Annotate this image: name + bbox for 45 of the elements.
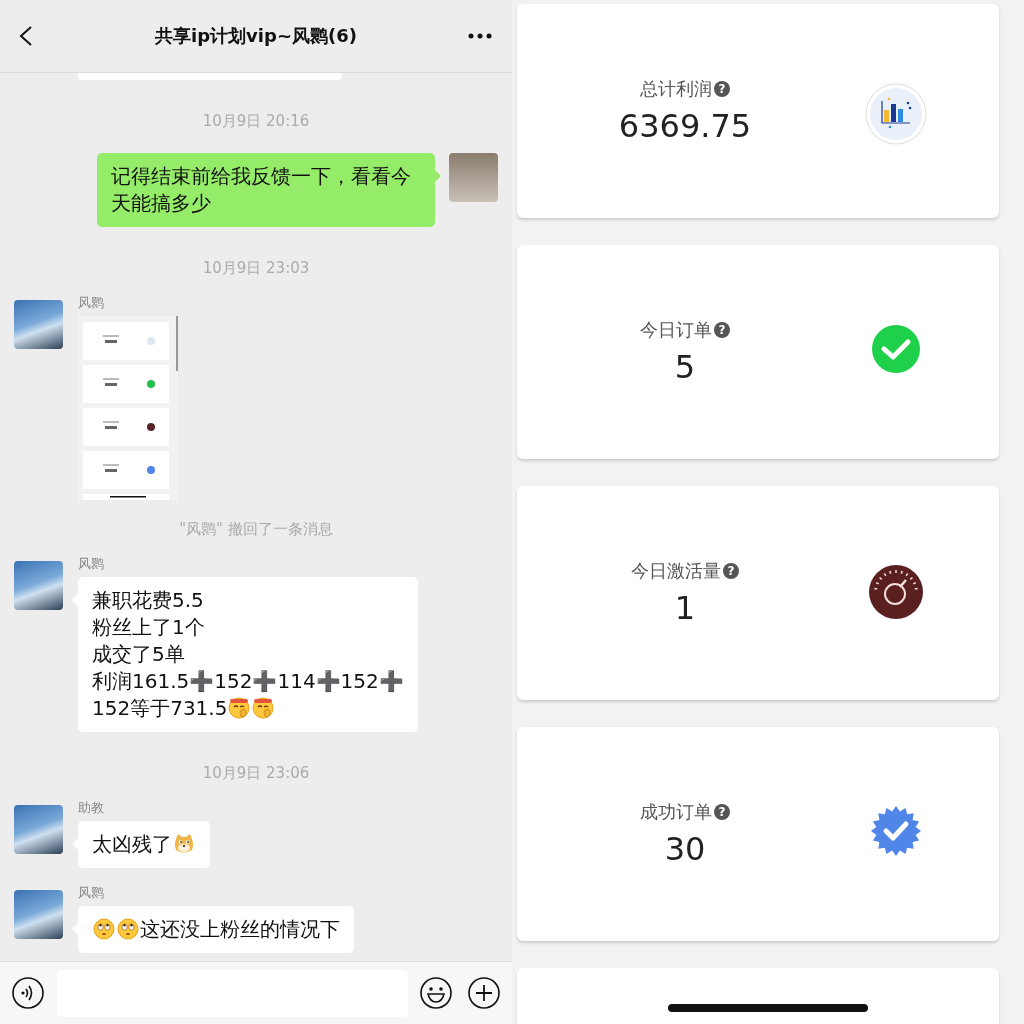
hand-over-mouth-emoji-icon [228,697,251,719]
check-circle-icon [871,324,921,374]
help-icon[interactable]: ? [714,322,730,338]
hand-over-mouth-emoji-icon [252,697,275,719]
more-button[interactable] [468,33,492,39]
smiley-icon [420,977,452,1009]
eye-roll-emoji-icon [117,918,139,940]
plus-icon [468,977,500,1009]
eye-roll-emoji-icon [93,918,115,940]
voice-button[interactable] [12,977,44,1009]
sender-name: 风鹮 [78,295,104,311]
avatar-photo [14,300,63,349]
avatar-photo [449,153,498,202]
add-button[interactable] [468,977,500,1009]
avatar-photo [14,805,63,854]
stat-value: 30 [664,830,706,868]
avatar-photo [14,890,63,939]
dog-face-emoji-icon [173,833,195,855]
back-button[interactable] [18,25,34,47]
timestamp: 10月9日 20:16 [201,111,311,131]
back-icon [18,25,34,47]
timestamp: 10月9日 23:06 [201,763,311,783]
bar-chart-icon [865,83,927,145]
stat-label: 总计利润 [640,77,712,101]
stat-label: 成功订单 [640,800,712,824]
sender-name: 助教 [78,800,104,816]
stat-value: 6369.75 [618,107,752,145]
stat-label: 今日激活量 [631,559,721,583]
stat-value: 1 [674,589,696,627]
help-icon[interactable]: ? [714,81,730,97]
emoji-button[interactable] [420,977,452,1009]
chat-title: 共享ip计划vip~风鹮(6) [155,24,357,48]
stat-label: 今日订单 [640,318,712,342]
gauge-icon [869,565,923,619]
more-icon [468,33,492,39]
sender-name: 风鹮 [78,556,104,572]
verified-badge-icon [871,806,921,856]
screenshot-image[interactable] [78,316,178,500]
avatar-photo [14,561,63,610]
voice-icon [12,977,44,1009]
help-icon[interactable]: ? [714,804,730,820]
help-icon[interactable]: ? [723,563,739,579]
timestamp: 10月9日 23:03 [201,258,311,278]
sender-name: 风鹮 [78,885,104,901]
stat-value: 5 [674,348,696,386]
